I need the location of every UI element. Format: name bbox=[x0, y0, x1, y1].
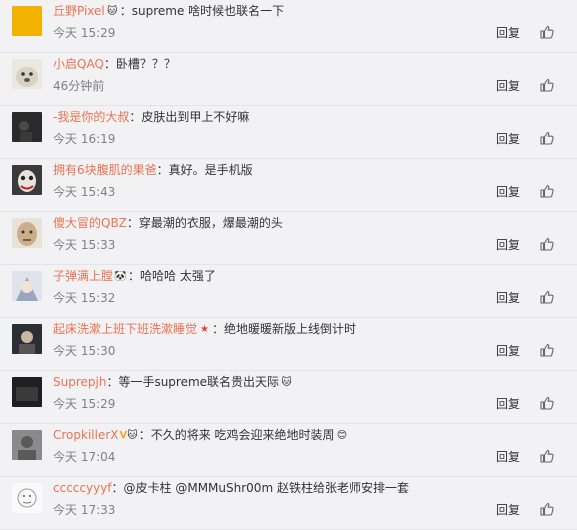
like-icon[interactable] bbox=[539, 183, 555, 199]
user-badge-icon: 🐼 bbox=[114, 271, 127, 282]
like-icon[interactable] bbox=[539, 501, 555, 517]
comment-time: 今天 15:32 bbox=[53, 291, 116, 305]
comment-line: 丘野Pixel 🐱 ：supreme 啥时候也联名一下 bbox=[53, 4, 284, 18]
anime-avatar[interactable] bbox=[12, 271, 42, 301]
comment-item: 拥有6块腹肌的果爸：真好。是手机版 今天 15:43 回复 bbox=[0, 159, 577, 212]
username-link[interactable]: 小启QAQ bbox=[53, 57, 104, 71]
like-icon[interactable] bbox=[539, 342, 555, 358]
comment-line: 傻大冒的QBZ：穿最潮的衣服，爆最潮的头 bbox=[53, 216, 283, 230]
comment-item: 子弹满上膛🐼：哈哈哈 太强了 今天 15:32 回复 bbox=[0, 265, 577, 318]
username-link[interactable]: cccccyyyf bbox=[53, 481, 112, 495]
username-link[interactable]: 丘野Pixel bbox=[53, 4, 105, 18]
comment-list: 丘野Pixel 🐱 ：supreme 啥时候也联名一下 今天 15:29 回复 小启… bbox=[0, 0, 577, 530]
user-badge-icon: V🐱 bbox=[119, 430, 138, 441]
username-link[interactable]: 起床洗漱上班下班洗漱睡觉 bbox=[53, 322, 197, 336]
comment-item: -我是你的大叔：皮肤出到甲上不好嘛 今天 16:19 回复 bbox=[0, 106, 577, 159]
like-icon[interactable] bbox=[539, 77, 555, 93]
doge-avatar[interactable] bbox=[12, 59, 42, 89]
comment-line: 子弹满上膛🐼：哈哈哈 太强了 bbox=[53, 269, 216, 283]
comment-text: ：皮肤出到甲上不好嘛 bbox=[129, 110, 250, 124]
comment-item: 小启QAQ：卧槽？？？ 46分钟前 回复 bbox=[0, 53, 577, 106]
user-badge-icon: 🐱 bbox=[107, 6, 118, 17]
like-icon[interactable] bbox=[539, 395, 555, 411]
comment-time: 今天 17:33 bbox=[53, 503, 116, 517]
user-badge-icon: ★ bbox=[200, 324, 209, 335]
comment-text: ：穿最潮的衣服，爆最潮的头 bbox=[126, 216, 283, 230]
comment-time: 今天 16:19 bbox=[53, 132, 116, 146]
emoji-icon: 😊 bbox=[336, 430, 348, 441]
dark-avatar[interactable] bbox=[12, 112, 42, 142]
sketch-avatar[interactable] bbox=[12, 483, 42, 513]
comment-time: 今天 15:43 bbox=[53, 185, 116, 199]
face-avatar[interactable] bbox=[12, 218, 42, 248]
comment-text: ：等一手supreme联名贵出天际 bbox=[106, 375, 280, 389]
reply-button[interactable]: 回复 bbox=[496, 503, 520, 517]
comment-line: 拥有6块腹肌的果爸：真好。是手机版 bbox=[53, 163, 253, 177]
comment-time: 今天 15:29 bbox=[53, 397, 116, 411]
username-link[interactable]: 拥有6块腹肌的果爸 bbox=[53, 163, 157, 177]
comment-item: Suprepjh：等一手supreme联名贵出天际 🐱 今天 15:29 回复 bbox=[0, 371, 577, 424]
joker-avatar[interactable] bbox=[12, 165, 42, 195]
comment-line: Suprepjh：等一手supreme联名贵出天际 🐱 bbox=[53, 375, 294, 389]
reply-button[interactable]: 回复 bbox=[496, 291, 520, 305]
gray-avatar[interactable] bbox=[12, 430, 42, 460]
like-icon[interactable] bbox=[539, 289, 555, 305]
comment-line: 起床洗漱上班下班洗漱睡觉 ★ ：绝地暖暖新版上线倒计时 bbox=[53, 322, 356, 336]
comment-text: ：哈哈哈 太强了 bbox=[128, 269, 216, 283]
reply-button[interactable]: 回复 bbox=[496, 132, 520, 146]
comment-time: 今天 15:30 bbox=[53, 344, 116, 358]
like-icon[interactable] bbox=[539, 24, 555, 40]
reply-button[interactable]: 回复 bbox=[496, 79, 520, 93]
reply-button[interactable]: 回复 bbox=[496, 450, 520, 464]
comment-line: cccccyyyf：@皮卡柱 @MMMuShr00m 赵铁柱给张老师安排一套 bbox=[53, 481, 409, 495]
comment-line: 小启QAQ：卧槽？？？ bbox=[53, 57, 176, 71]
username-link[interactable]: 傻大冒的QBZ bbox=[53, 216, 127, 230]
comment-text: ：supreme 啥时候也联名一下 bbox=[119, 4, 285, 18]
like-icon[interactable] bbox=[539, 448, 555, 464]
like-icon[interactable] bbox=[539, 130, 555, 146]
night-avatar[interactable] bbox=[12, 324, 42, 354]
username-link[interactable]: 子弹满上膛 bbox=[53, 269, 113, 283]
username-link[interactable]: CropkillerX bbox=[53, 428, 119, 442]
comment-text: ：不久的将来 吃鸡会迎来绝地时装周 bbox=[138, 428, 335, 442]
comment-time: 46分钟前 bbox=[53, 79, 105, 93]
reply-button[interactable]: 回复 bbox=[496, 238, 520, 252]
yellow-avatar[interactable] bbox=[12, 6, 42, 36]
comment-item: 起床洗漱上班下班洗漱睡觉 ★ ：绝地暖暖新版上线倒计时 今天 15:30 回复 bbox=[0, 318, 577, 371]
comment-line: -我是你的大叔：皮肤出到甲上不好嘛 bbox=[53, 110, 249, 124]
reply-button[interactable]: 回复 bbox=[496, 26, 520, 40]
comment-text: ：绝地暖暖新版上线倒计时 bbox=[212, 322, 357, 336]
username-link[interactable]: Suprepjh bbox=[53, 375, 106, 389]
comment-time: 今天 15:33 bbox=[53, 238, 116, 252]
emoji-icon: 🐱 bbox=[281, 377, 292, 388]
reply-button[interactable]: 回复 bbox=[496, 397, 520, 411]
comment-time: 今天 17:04 bbox=[53, 450, 116, 464]
username-link[interactable]: -我是你的大叔 bbox=[53, 110, 129, 124]
comment-line: CropkillerXV🐱：不久的将来 吃鸡会迎来绝地时装周 😊 bbox=[53, 428, 350, 442]
like-icon[interactable] bbox=[539, 236, 555, 252]
comment-text: ：真好。是手机版 bbox=[156, 163, 253, 177]
comment-text: ：卧槽？？？ bbox=[103, 57, 176, 71]
comment-item: 傻大冒的QBZ：穿最潮的衣服，爆最潮的头 今天 15:33 回复 bbox=[0, 212, 577, 265]
reply-button[interactable]: 回复 bbox=[496, 185, 520, 199]
comment-item: 丘野Pixel 🐱 ：supreme 啥时候也联名一下 今天 15:29 回复 bbox=[0, 0, 577, 53]
comment-time: 今天 15:29 bbox=[53, 26, 116, 40]
comment-item: CropkillerXV🐱：不久的将来 吃鸡会迎来绝地时装周 😊 今天 17:04… bbox=[0, 424, 577, 477]
comment-item: cccccyyyf：@皮卡柱 @MMMuShr00m 赵铁柱给张老师安排一套 今… bbox=[0, 477, 577, 530]
comment-text: ：@皮卡柱 @MMMuShr00m 赵铁柱给张老师安排一套 bbox=[111, 481, 409, 495]
reply-button[interactable]: 回复 bbox=[496, 344, 520, 358]
shadow-avatar[interactable] bbox=[12, 377, 42, 407]
